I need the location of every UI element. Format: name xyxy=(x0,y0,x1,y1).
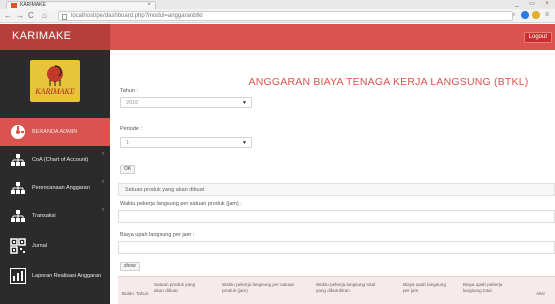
brand[interactable]: KARIMAKE xyxy=(0,24,110,50)
sidebar-item-beranda[interactable]: BERANDA ADMIN xyxy=(0,118,110,146)
th-satuan-produk: Satuan produk yang akan dibuat xyxy=(154,282,196,293)
chevron-left-icon: ‹ xyxy=(102,207,104,213)
th-waktu-total: Waktu pekerja langsung total yang dibutu… xyxy=(316,282,376,293)
th-tahun: Tahun xyxy=(136,291,149,296)
tab-title: KARIMAKE xyxy=(20,2,46,8)
th-waktu-per-satuan: Waktu pekerja langsung per satuan produk… xyxy=(222,282,295,293)
biaya-label: Biaya upah langsung per jam : xyxy=(120,232,195,238)
dashboard-icon xyxy=(10,124,26,140)
produk-text: Satuan produk yang akan dibuat xyxy=(125,187,205,193)
sitemap-icon xyxy=(10,208,26,224)
th-bulan: Bulan xyxy=(122,291,134,296)
th-biaya-per-jam: Biaya upah langsung per jam xyxy=(403,282,446,293)
sidebar-item-label: Transaksi xyxy=(32,213,56,219)
tahun-label: Tahun : xyxy=(120,88,139,94)
tahun-select[interactable]: 2016 ▼ xyxy=(120,97,252,108)
tab-close-icon[interactable]: × xyxy=(147,2,151,9)
sitemap-icon xyxy=(10,152,26,168)
window-controls: _ ▭ × xyxy=(511,0,553,9)
ok-button[interactable]: OK xyxy=(120,165,136,174)
periode-label: Periode : xyxy=(120,126,143,132)
th-aksi: Aksi xyxy=(536,291,545,296)
chevron-left-icon: ‹ xyxy=(102,179,104,185)
app-header: KARIMAKE Logout xyxy=(0,24,555,50)
logo: KARIMAKE xyxy=(30,60,80,102)
periode-select-value: 1 xyxy=(126,140,130,146)
reload-icon[interactable]: C xyxy=(28,11,34,21)
extension-icon[interactable] xyxy=(532,11,540,19)
logout-button[interactable]: Logout xyxy=(523,32,552,43)
sitemap-icon xyxy=(10,180,26,196)
tahun-select-value: 2016 xyxy=(126,100,139,106)
back-icon[interactable]: ← xyxy=(4,11,12,21)
close-window-button[interactable]: × xyxy=(541,0,553,8)
sidebar-item-label: Perencanaan Anggaran xyxy=(32,185,90,191)
sidebar-item-laporan[interactable]: Laporan Realisasi Anggaran xyxy=(0,262,110,290)
main-content: ANGGARAN BIAYA TENAGA KERJA LANGSUNG (BT… xyxy=(110,50,555,304)
extension-icons: ⌕ ≡ xyxy=(510,11,551,19)
menu-icon[interactable]: ≡ xyxy=(543,11,551,19)
extension-icon[interactable] xyxy=(521,11,529,19)
browser-tab[interactable]: KARIMAKE × xyxy=(6,1,156,9)
waktu-input[interactable] xyxy=(118,210,555,223)
maximize-button[interactable]: ▭ xyxy=(526,0,538,8)
waktu-label: Waktu pekerja langsung per satuan produk… xyxy=(120,201,242,207)
sidebar-item-transaksi[interactable]: Transaksi ‹ xyxy=(0,202,110,230)
periode-select[interactable]: 1 ▼ xyxy=(120,137,252,148)
forward-icon[interactable]: → xyxy=(16,11,24,21)
favicon-icon xyxy=(11,3,17,8)
sidebar-item-coa[interactable]: CoA (Chart of Account) ‹ xyxy=(0,146,110,174)
url-text: localhost/pe/dashboard.php?modul=anggara… xyxy=(71,13,203,19)
sidebar-item-label: BERANDA ADMIN xyxy=(32,129,78,135)
th-biaya-total: Biaya upah pekerja langsung total xyxy=(463,282,503,293)
sidebar-item-label: CoA (Chart of Account) xyxy=(32,157,89,163)
address-bar[interactable]: localhost/pe/dashboard.php?modul=anggara… xyxy=(58,11,513,21)
brand-text: KARIMAKE xyxy=(12,30,72,42)
browser-toolbar: ← → C ⌂ localhost/pe/dashboard.php?modul… xyxy=(0,9,555,23)
sidebar-item-jurnal[interactable]: Jurnal xyxy=(0,232,110,260)
page-icon xyxy=(62,14,67,20)
chevron-down-icon: ▼ xyxy=(242,140,247,146)
logo-text: KARIMAKE xyxy=(35,87,75,96)
search-icon[interactable]: ⌕ xyxy=(510,11,518,19)
home-icon[interactable]: ⌂ xyxy=(42,11,47,21)
biaya-input[interactable] xyxy=(118,241,555,254)
chevron-down-icon: ▼ xyxy=(242,100,247,106)
bar-chart-icon xyxy=(10,268,26,284)
qr-icon xyxy=(10,238,26,254)
page-title: ANGGARAN BIAYA TENAGA KERJA LANGSUNG (BT… xyxy=(248,76,529,88)
show-button[interactable]: show xyxy=(120,262,140,271)
sidebar-item-label: Laporan Realisasi Anggaran xyxy=(32,273,102,279)
sidebar: KARIMAKE BERANDA ADMIN CoA (Chart of Acc… xyxy=(0,50,110,304)
minimize-button[interactable]: _ xyxy=(511,0,523,8)
chevron-left-icon: ‹ xyxy=(102,151,104,157)
produk-field: Satuan produk yang akan dibuat xyxy=(118,183,555,196)
sidebar-item-perencanaan[interactable]: Perencanaan Anggaran ‹ xyxy=(0,174,110,202)
table-header: Bulan Tahun Satuan produk yang akan dibu… xyxy=(118,276,555,304)
browser-titlebar: KARIMAKE × _ ▭ × xyxy=(0,0,555,9)
sidebar-item-label: Jurnal xyxy=(32,243,47,249)
